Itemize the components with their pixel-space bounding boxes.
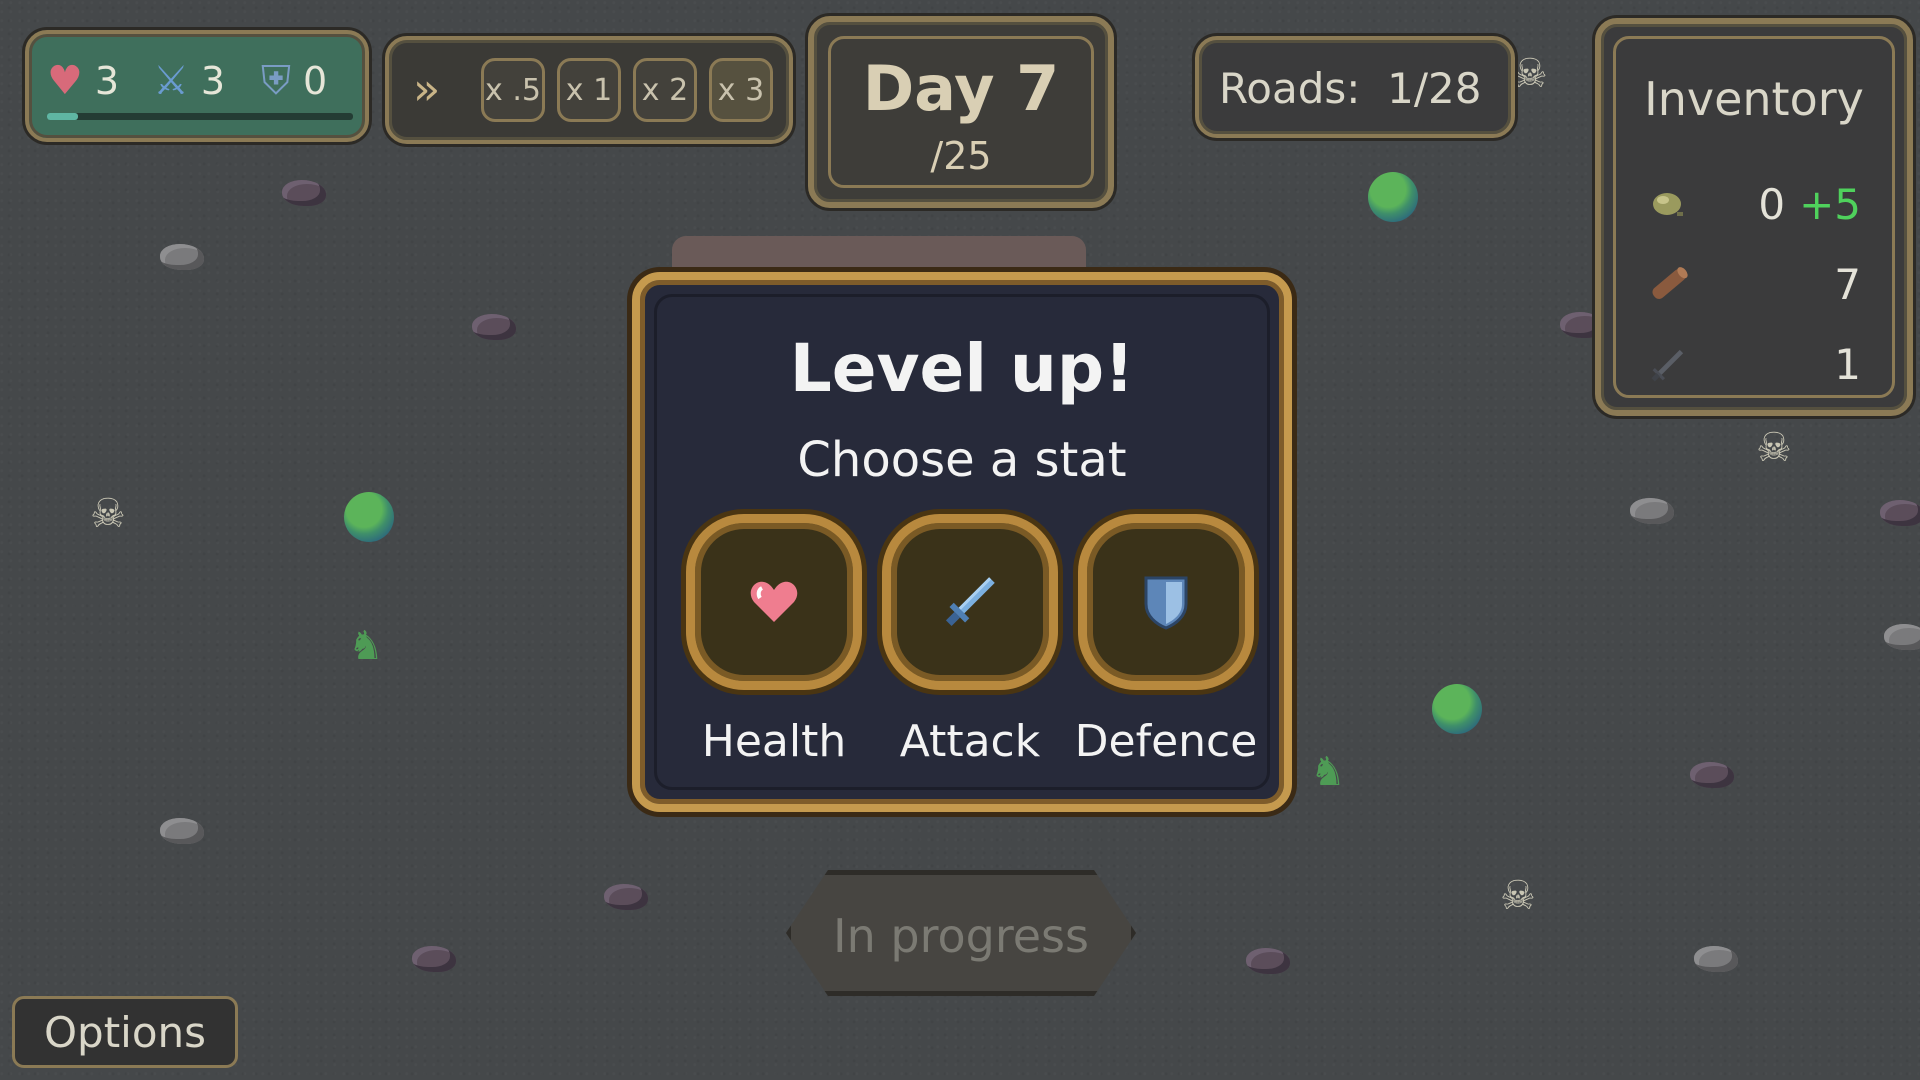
inventory-row-ore: 0 +5 (1645, 174, 1861, 234)
rock (1880, 500, 1920, 526)
rock (160, 244, 204, 270)
ore-gain: +5 (1799, 179, 1861, 229)
choose-defence-button[interactable] (1078, 514, 1254, 690)
rock (604, 884, 648, 910)
goblin-enemy: ♞ (348, 623, 384, 669)
fast-forward-icon: ›› (413, 64, 440, 115)
rock (160, 818, 204, 844)
choose-attack-button[interactable] (882, 514, 1058, 690)
skeleton-enemy: ☠ (1512, 51, 1548, 97)
attack-choice-label: Attack (899, 716, 1041, 767)
level-up-dialog: Level up! Choose a stat Health Attack De… (632, 272, 1292, 812)
day-counter: Day 7 /25 (808, 16, 1114, 208)
rock (1630, 498, 1674, 524)
ore-icon (1645, 180, 1693, 228)
modal-header-tab (672, 236, 1086, 276)
xp-bar-fill (47, 113, 78, 120)
in-progress-button[interactable]: In progress (786, 870, 1136, 996)
dialog-subtitle: Choose a stat (797, 432, 1127, 488)
defence-choice-label: Defence (1074, 716, 1258, 767)
shield-icon (1144, 576, 1188, 630)
rock (412, 946, 456, 972)
rock (1884, 624, 1920, 650)
skeleton-enemy: ☠ (90, 491, 126, 537)
day-total: /25 (930, 134, 992, 178)
in-progress-label: In progress (833, 909, 1089, 963)
rock (1690, 762, 1734, 788)
inventory-row-log: 7 (1645, 254, 1861, 314)
choose-health-button[interactable] (686, 514, 862, 690)
log-icon (1645, 260, 1693, 308)
inventory-row-sword: 1 (1645, 334, 1861, 394)
skeleton-enemy: ☠ (1500, 873, 1536, 919)
shield-icon: ⛨ (261, 58, 291, 104)
rock (282, 180, 326, 206)
roads-counter: Roads: 1/28 (1195, 36, 1515, 138)
bush (1368, 172, 1418, 222)
log-count: 7 (1834, 259, 1861, 309)
options-button[interactable]: Options (12, 996, 238, 1068)
rock (1246, 948, 1290, 974)
goblin-enemy: ♞ (1310, 749, 1346, 795)
inventory-title: Inventory (1644, 72, 1864, 126)
defence-stat: ⛨ 0 (261, 58, 327, 104)
dialog-title: Level up! (789, 330, 1135, 407)
rock (1694, 946, 1738, 972)
attack-stat: ⚔ 3 (153, 58, 225, 104)
ore-count: 0 (1758, 179, 1786, 229)
bush (1432, 684, 1482, 734)
day-label: Day 7 (862, 52, 1060, 125)
roads-label: Roads: 1/28 (1219, 64, 1482, 113)
inventory-panel: Inventory 0 +5 7 1 (1595, 18, 1913, 416)
speed-1x-button[interactable]: x 1 (557, 58, 621, 122)
sword-icon: ⚔ (153, 58, 189, 104)
defence-value: 0 (303, 59, 328, 103)
sword-icon (1645, 340, 1693, 388)
heart-icon (750, 581, 798, 622)
xp-bar (47, 113, 353, 120)
health-choice-label: Health (701, 716, 847, 767)
bush (344, 492, 394, 542)
speed-2x-button[interactable]: x 2 (633, 58, 697, 122)
sword-icon (945, 577, 995, 627)
health-stat: ♥ 3 (47, 58, 119, 104)
attack-value: 3 (200, 59, 226, 103)
speed-half-button[interactable]: x .5 (481, 58, 545, 122)
player-stats-panel: ♥ 3 ⚔ 3 ⛨ 0 (25, 30, 369, 142)
speed-3x-button[interactable]: x 3 (709, 58, 773, 122)
rock (472, 314, 516, 340)
health-value: 3 (94, 59, 120, 103)
heart-icon: ♥ (47, 58, 83, 104)
speed-controls: ›› x .5 x 1 x 2 x 3 (385, 36, 793, 144)
sword-count: 1 (1834, 339, 1861, 389)
skeleton-enemy: ☠ (1756, 425, 1792, 471)
